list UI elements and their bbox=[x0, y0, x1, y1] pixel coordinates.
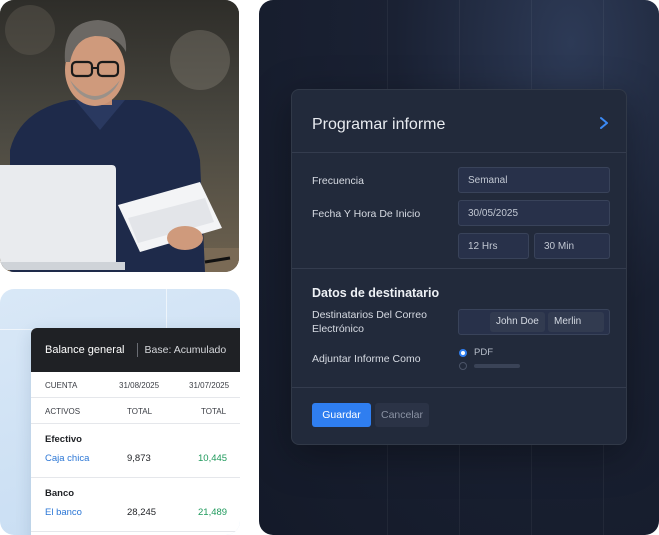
account-link[interactable]: Caja chica bbox=[45, 453, 89, 464]
recipient-chip-label: John Doe bbox=[496, 316, 539, 327]
balance-card: Balance general Base: Acumulado CUENTA 3… bbox=[0, 289, 240, 535]
balance-section-bank: Banco El banco 28,245 21,489 bbox=[31, 478, 240, 532]
dialog-header: Programar informe bbox=[292, 90, 626, 153]
frequency-value: Semanal bbox=[468, 175, 508, 186]
account-link[interactable]: El banco bbox=[45, 507, 82, 518]
attach-format-label: Adjuntar Informe Como bbox=[312, 353, 421, 365]
person-illustration bbox=[0, 0, 239, 272]
subheader-row: ACTIVOS TOTAL TOTAL bbox=[31, 398, 240, 424]
subheader-total-2: TOTAL bbox=[201, 407, 227, 416]
start-hours-value: 12 Hrs bbox=[468, 241, 498, 252]
account-value-1: 9,873 bbox=[127, 453, 151, 464]
recipients-section-title: Datos de destinatario bbox=[312, 286, 440, 300]
balance-section-cash: Efectivo Caja chica 9,873 10,445 bbox=[31, 424, 240, 478]
subheader-total-1: TOTAL bbox=[127, 407, 153, 416]
start-date-field[interactable]: 30/05/2025 bbox=[458, 200, 610, 226]
section-title: Efectivo bbox=[45, 434, 82, 445]
recipient-emails-label: Destinatarios Del Correo Electrónico bbox=[312, 309, 427, 335]
start-minutes-field[interactable]: 30 Min bbox=[534, 233, 610, 259]
radio-pdf-label: PDF bbox=[474, 347, 493, 358]
save-button[interactable]: Guardar bbox=[312, 403, 371, 427]
section-title: Banco bbox=[45, 488, 75, 499]
account-value-1: 28,245 bbox=[127, 507, 157, 518]
section-divider bbox=[292, 268, 626, 269]
account-value-2: 21,489 bbox=[198, 507, 228, 518]
chevron-right-icon[interactable] bbox=[598, 116, 610, 130]
recipient-chip-label: Merlin bbox=[554, 316, 582, 327]
footer-divider bbox=[292, 387, 626, 388]
frequency-field[interactable]: Semanal bbox=[458, 167, 610, 193]
column-header-date-1: 31/08/2025 bbox=[119, 381, 160, 390]
subheader-assets: ACTIVOS bbox=[45, 407, 81, 416]
dialog-title: Programar informe bbox=[312, 116, 446, 133]
start-hours-field[interactable]: 12 Hrs bbox=[458, 233, 529, 259]
start-datetime-label: Fecha Y Hora De Inicio bbox=[312, 208, 421, 220]
cancel-button[interactable]: Cancelar bbox=[375, 403, 429, 427]
schedule-report-dialog: Programar informe Frecuencia Semanal Fec… bbox=[291, 89, 627, 445]
frequency-label: Frecuencia bbox=[312, 175, 364, 187]
radio-pdf[interactable] bbox=[459, 349, 467, 357]
radio-other-label-placeholder bbox=[474, 364, 520, 368]
balance-title: Balance general bbox=[45, 344, 125, 356]
header-divider bbox=[136, 343, 138, 357]
balance-sheet: Balance general Base: Acumulado CUENTA 3… bbox=[31, 328, 240, 535]
start-date-value: 30/05/2025 bbox=[468, 208, 519, 219]
column-header-row: CUENTA 31/08/2025 31/07/2025 bbox=[31, 372, 240, 398]
balance-header: Balance general Base: Acumulado bbox=[31, 328, 240, 372]
account-value-2: 10,445 bbox=[198, 453, 228, 464]
balance-base: Base: Acumulado bbox=[144, 344, 227, 356]
schedule-panel: Programar informe Frecuencia Semanal Fec… bbox=[259, 0, 659, 535]
start-minutes-value: 30 Min bbox=[544, 241, 575, 252]
recipient-chip[interactable]: Merlin bbox=[548, 312, 604, 332]
column-header-date-2: 31/07/2025 bbox=[189, 381, 230, 390]
radio-other[interactable] bbox=[459, 362, 467, 370]
column-header-account: CUENTA bbox=[45, 381, 78, 390]
person-photo bbox=[0, 0, 239, 272]
recipient-chip[interactable]: John Doe bbox=[490, 312, 545, 332]
